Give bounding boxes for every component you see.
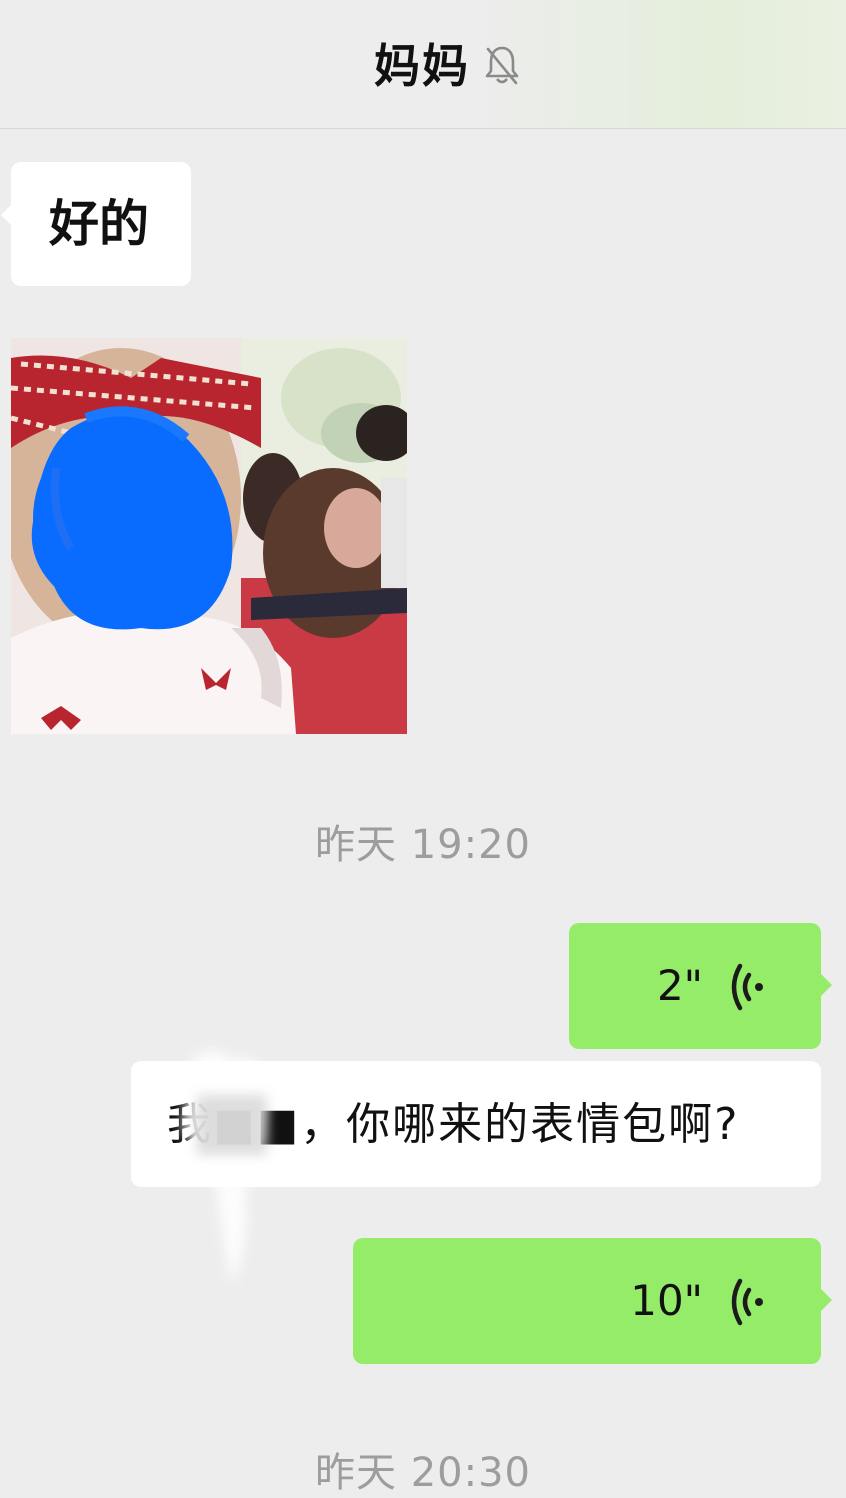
header-title-group: 妈妈 [0,30,846,96]
voice-duration: 2" [656,961,703,1010]
chat-title[interactable]: 妈妈 [374,30,470,96]
voice-duration: 10" [630,1276,703,1325]
bell-slash-icon [485,46,519,85]
incoming-message[interactable]: 我■■，你哪来的表情包啊? [131,1061,821,1187]
outgoing-voice-message[interactable]: 10" [353,1238,832,1364]
bubble-tail [820,973,832,997]
timestamp: 昨天 20:30 [315,1450,531,1496]
timestamp: 昨天 19:20 [315,822,531,868]
message-text: 好的 [49,195,149,253]
voice-wave-icon [731,1278,763,1326]
incoming-message[interactable]: 好的 [1,162,191,286]
message-text: 我■■，你哪来的表情包啊? [167,1099,740,1150]
incoming-image[interactable] [11,338,407,734]
outgoing-voice-message[interactable]: 2" [569,923,832,1049]
bubble-tail [1,204,12,226]
image-content [11,338,407,734]
voice-wave-icon [731,963,763,1011]
bubble-tail [820,1288,832,1312]
chat-header: 妈妈 [0,0,846,129]
